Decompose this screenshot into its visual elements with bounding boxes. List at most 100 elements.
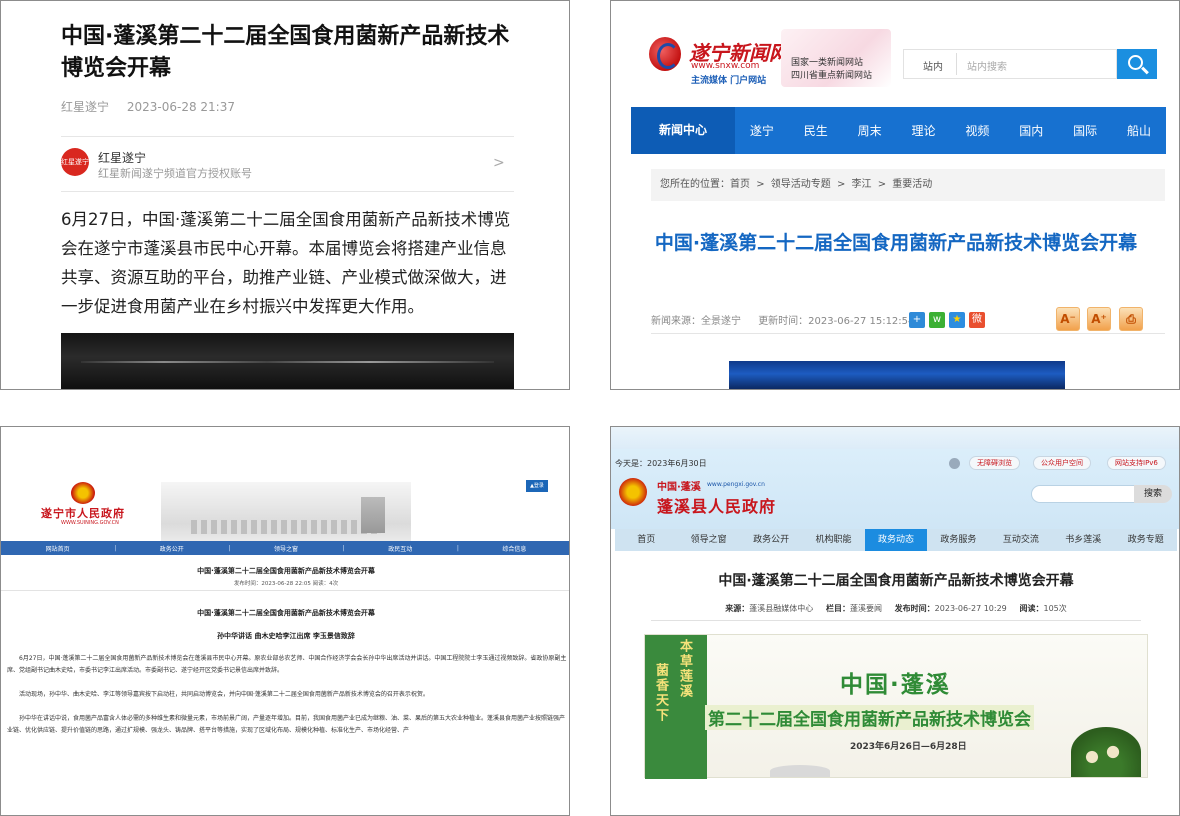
poster-title: 中国·蓬溪 bbox=[840, 672, 951, 698]
article-byline: 孙中华讲话 曲木史哈李江出席 李玉景信致辞 bbox=[217, 632, 355, 640]
panel-hongxing-article: 中国·蓬溪第二十二届全国食用菌新产品新技术博览会开幕 红星遂宁 2023-06-… bbox=[0, 0, 570, 390]
search-placeholder[interactable]: 站内搜索 bbox=[967, 58, 1007, 73]
nav-item[interactable]: 遂宁 bbox=[735, 122, 789, 139]
share-bar: + w ★ 微 bbox=[909, 312, 985, 328]
article-meta: 红星遂宁 2023-06-28 21:37 bbox=[61, 98, 249, 115]
poster-vertical-text: 菌香天下 bbox=[653, 663, 668, 723]
nav-item[interactable]: 互动交流 bbox=[990, 529, 1052, 551]
nav-item[interactable]: 书乡莲溪 bbox=[1052, 529, 1114, 551]
today-date: 今天是：2023年6月30日 bbox=[615, 459, 707, 468]
banner-line-1: 国家一类新闻网站 bbox=[791, 58, 864, 68]
nav-item[interactable]: 领导之窗 bbox=[229, 544, 342, 553]
breadcrumb-separator: > bbox=[877, 179, 887, 190]
site-name-top[interactable]: 中国·蓬溪 bbox=[657, 478, 701, 493]
expo-poster: 本草莲溪 菌香天下 中国·蓬溪 第二十二届全国食用菌新产品新技术博览会 2023… bbox=[644, 634, 1148, 779]
national-emblem-icon bbox=[619, 478, 647, 506]
site-logo-icon[interactable] bbox=[649, 37, 681, 71]
breadcrumb-separator: > bbox=[756, 179, 765, 190]
mushroom-image bbox=[1071, 727, 1141, 777]
login-button[interactable]: ▲登录 bbox=[526, 480, 548, 492]
divider bbox=[1, 590, 569, 591]
source-label: 来源： bbox=[725, 604, 750, 613]
article-photo bbox=[61, 333, 514, 389]
nav-item-home[interactable]: 首页 bbox=[615, 529, 677, 551]
accessibility-icon[interactable] bbox=[949, 458, 960, 469]
panel-snxw-article: 遂宁新闻网 www.snxw.com 主流媒体 门户网站 国家一类新闻网站 四川… bbox=[610, 0, 1180, 390]
panel-pengxi-gov-article: 今天是：2023年6月30日 无障碍浏览 公众用户空间 网站支持IPv6 中国·… bbox=[610, 426, 1180, 816]
site-name[interactable]: 遂宁市人民政府 bbox=[41, 505, 125, 521]
article-title: 中国·蓬溪第二十二届全国食用菌新产品新技术博览会开幕 bbox=[197, 567, 375, 575]
search-divider bbox=[956, 53, 957, 75]
breadcrumb-item[interactable]: 您所在的位置：首页 bbox=[660, 179, 750, 190]
main-nav: 新闻中心 遂宁 民生 周末 理论 视频 国内 国际 船山 bbox=[631, 107, 1166, 154]
nav-item-news-center[interactable]: 新闻中心 bbox=[631, 107, 735, 154]
wechat-icon[interactable]: w bbox=[929, 312, 945, 328]
article-source: 蓬溪县融媒体中心 bbox=[749, 604, 814, 613]
nav-item[interactable]: 领导之窗 bbox=[677, 529, 739, 551]
search-button[interactable] bbox=[1117, 49, 1157, 79]
font-increase-button[interactable]: A⁺ bbox=[1087, 307, 1111, 331]
nav-item[interactable]: 民生 bbox=[789, 122, 843, 139]
nav-item[interactable]: 国际 bbox=[1058, 122, 1112, 139]
nav-item[interactable]: 政民互动 bbox=[344, 544, 457, 553]
article-subtitle: 中国·蓬溪第二十二届全国食用菌新产品新技术博览会开幕 bbox=[197, 609, 375, 617]
top-bar bbox=[611, 427, 1179, 449]
nav-item[interactable]: 国内 bbox=[1004, 122, 1058, 139]
breadcrumb-separator: > bbox=[836, 179, 846, 190]
divider bbox=[651, 333, 1165, 334]
banner-line-2: 四川省重点新闻网站 bbox=[791, 71, 873, 81]
qzone-icon[interactable]: ★ bbox=[949, 312, 965, 328]
article-source[interactable]: 红星遂宁 bbox=[61, 100, 109, 114]
nav-item[interactable]: 政务公开 bbox=[115, 544, 228, 553]
nav-item[interactable]: 政务服务 bbox=[927, 529, 989, 551]
author-name[interactable]: 红星遂宁 bbox=[98, 149, 146, 166]
article-column[interactable]: 蓬溪要闻 bbox=[850, 604, 882, 613]
main-nav: 首页 领导之窗 政务公开 机构职能 政务动态 政务服务 互动交流 书乡莲溪 政务… bbox=[615, 529, 1177, 551]
search-input[interactable] bbox=[1031, 485, 1141, 503]
article-paragraph: 6月27日，中国·蓬溪第二十二届全国食用菌新产品新技术博览会在蓬溪县市民中心开幕… bbox=[7, 655, 567, 674]
article-title: 中国·蓬溪第二十二届全国食用菌新产品新技术博览会开幕 bbox=[61, 24, 510, 81]
article-title: 中国·蓬溪第二十二届全国食用菌新产品新技术博览会开幕 bbox=[654, 232, 1138, 254]
author-avatar[interactable]: 红星遂宁 bbox=[61, 148, 89, 176]
nav-item[interactable]: 政务公开 bbox=[740, 529, 802, 551]
site-url: www.pengxi.gov.cn bbox=[707, 481, 765, 488]
article-meta: 来源：蓬溪县融媒体中心 栏目：蓬溪要闻 发布时间：2023-06-27 10:2… bbox=[611, 603, 1179, 614]
user-space-button[interactable]: 公众用户空间 bbox=[1033, 456, 1091, 470]
divider bbox=[61, 136, 514, 137]
nav-item[interactable]: 机构职能 bbox=[802, 529, 864, 551]
article-read-count: 105次 bbox=[1043, 604, 1067, 613]
share-plus-icon[interactable]: + bbox=[909, 312, 925, 328]
article-time: 2023-06-28 21:37 bbox=[126, 100, 235, 114]
nav-item-home[interactable]: 网站首页 bbox=[1, 544, 114, 553]
divider bbox=[61, 191, 514, 192]
poster-subtitle: 第二十二届全国食用菌新产品新技术博览会 bbox=[705, 705, 1034, 730]
nav-item-active[interactable]: 政务动态 bbox=[864, 529, 928, 551]
breadcrumb-item[interactable]: 领导活动专题 bbox=[771, 179, 831, 190]
site-name[interactable]: 蓬溪县人民政府 bbox=[657, 493, 776, 517]
nav-item[interactable]: 视频 bbox=[951, 122, 1005, 139]
search-button[interactable]: 搜索 bbox=[1134, 485, 1172, 503]
article-body: 6月27日，中国·蓬溪第二十二届全国食用菌新产品新技术博览会在遂宁市蓬溪县市民中… bbox=[61, 210, 511, 316]
site-logo-url: www.snxw.com bbox=[691, 61, 760, 71]
national-emblem-icon bbox=[71, 482, 95, 504]
article-source: 新闻来源：全景遂宁 bbox=[651, 316, 741, 327]
weibo-icon[interactable]: 微 bbox=[969, 312, 985, 328]
article-paragraph: 孙中华在讲话中说，食用菌产品富含人体必需的多种维生素和微量元素，市场前景广阔，产… bbox=[7, 715, 566, 734]
accessibility-button[interactable]: 无障碍浏览 bbox=[969, 456, 1020, 470]
nav-item[interactable]: 周末 bbox=[843, 122, 897, 139]
pagoda-image bbox=[361, 497, 385, 533]
breadcrumb-item[interactable]: 重要活动 bbox=[892, 179, 932, 190]
article-title: 中国·蓬溪第二十二届全国食用菌新产品新技术博览会开幕 bbox=[718, 573, 1074, 589]
font-decrease-button[interactable]: A⁻ bbox=[1056, 307, 1080, 331]
article-photo bbox=[729, 361, 1065, 389]
nav-item[interactable]: 政务专题 bbox=[1115, 529, 1177, 551]
nav-item[interactable]: 理论 bbox=[897, 122, 951, 139]
article-paragraph: 活动现场，孙中华、曲木史哈、李江等领导嘉宾按下启动柱，共同启动博览会，并向中国·… bbox=[19, 691, 429, 698]
chevron-right-icon[interactable]: > bbox=[493, 155, 505, 171]
nav-item[interactable]: 船山 bbox=[1112, 122, 1166, 139]
nav-item[interactable]: 综合信息 bbox=[458, 544, 569, 553]
breadcrumb-item[interactable]: 李江 bbox=[852, 179, 872, 190]
search-scope-label[interactable]: 站内 bbox=[923, 58, 943, 73]
print-icon[interactable]: ⎙ bbox=[1119, 307, 1143, 331]
panel-suining-gov-article: 遂宁市人民政府 WWW.SUINING.GOV.CN ▲登录 网站首页 | 政务… bbox=[0, 426, 570, 816]
